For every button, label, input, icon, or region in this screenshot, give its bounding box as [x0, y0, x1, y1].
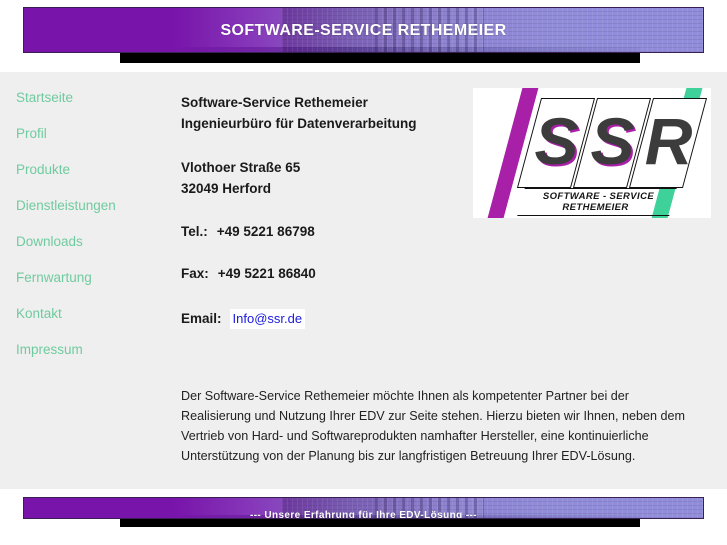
email-row: Email: Info@ssr.de	[181, 309, 721, 329]
phone-row: Tel.: +49 5221 86798	[181, 223, 721, 241]
sidebar-item-profil[interactable]: Profil	[0, 120, 172, 156]
sidebar-item-fernwartung[interactable]: Fernwartung	[0, 264, 172, 300]
fax-label: Fax:	[181, 266, 209, 281]
fax-value: +49 5221 86840	[217, 266, 316, 281]
email-label: Email:	[181, 311, 222, 326]
sidebar-item-startseite[interactable]: Startseite	[0, 84, 172, 120]
header-banner: SOFTWARE-SERVICE RETHEMEIER	[0, 0, 727, 72]
ssr-logo: S S R SOFTWARE - SERVICE RETHEMEIER	[473, 88, 711, 218]
sidebar-item-dienstleistungen[interactable]: Dienstleistungen	[0, 192, 172, 228]
logo-tagline-line-2: RETHEMEIER	[562, 202, 629, 213]
logo-letter-s1: S	[534, 104, 579, 178]
sidebar-navigation: Startseite Profil Produkte Dienstleistun…	[0, 84, 172, 372]
site-title: SOFTWARE-SERVICE RETHEMEIER	[220, 22, 507, 39]
sidebar-item-produkte[interactable]: Produkte	[0, 156, 172, 192]
intro-paragraph: Der Software-Service Rethemeier möchte I…	[181, 388, 686, 463]
email-link[interactable]: Info@ssr.de	[229, 309, 306, 329]
sidebar-item-impressum[interactable]: Impressum	[0, 336, 172, 372]
phone-value: +49 5221 86798	[216, 224, 315, 239]
logo-letter-r: R	[644, 104, 693, 178]
logo-tagline: SOFTWARE - SERVICE RETHEMEIER	[517, 188, 677, 216]
fax-row: Fax: +49 5221 86840	[181, 265, 721, 283]
logo-letter-s2: S	[590, 104, 635, 178]
phone-label: Tel.:	[181, 224, 208, 239]
footer-banner: --- Unsere Erfahrung für Ihre EDV-Lösung…	[0, 489, 727, 545]
sidebar-item-kontakt[interactable]: Kontakt	[0, 300, 172, 336]
header-banner-bar: SOFTWARE-SERVICE RETHEMEIER	[23, 7, 704, 53]
sidebar-item-downloads[interactable]: Downloads	[0, 228, 172, 264]
footer-banner-bar: --- Unsere Erfahrung für Ihre EDV-Lösung…	[23, 497, 704, 519]
footer-slogan: --- Unsere Erfahrung für Ihre EDV-Lösung…	[249, 510, 478, 519]
logo-tagline-line-1: SOFTWARE - SERVICE	[542, 191, 655, 202]
